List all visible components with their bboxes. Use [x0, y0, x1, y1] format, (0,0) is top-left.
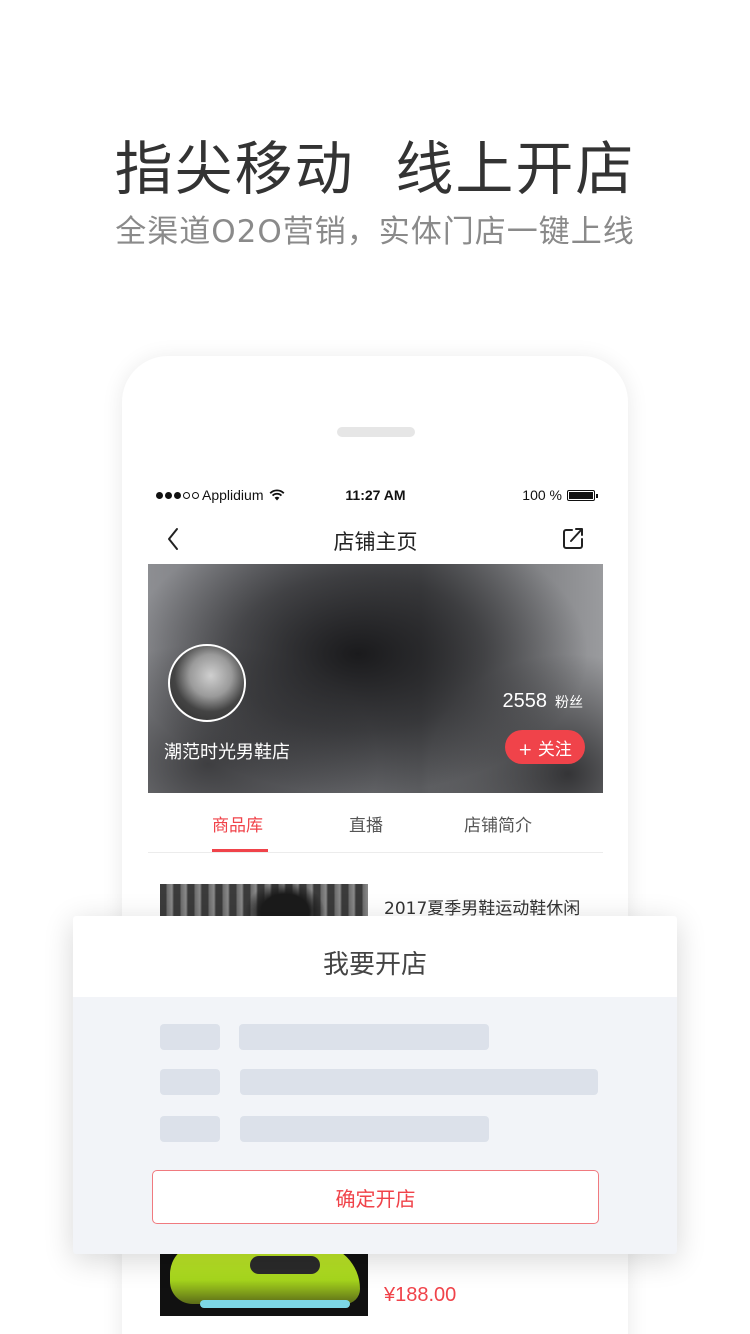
fans-label: 粉丝 [555, 695, 583, 711]
store-banner: 潮范时光男鞋店 2558 粉丝 + 关注 [148, 564, 603, 793]
form-field-placeholder[interactable] [240, 1116, 489, 1142]
store-tabs: 商品库 直播 店铺简介 [148, 793, 603, 853]
battery-icon [567, 489, 598, 501]
tab-products[interactable]: 商品库 [212, 811, 263, 836]
confirm-open-store-button[interactable]: 确定开店 [152, 1170, 599, 1224]
share-icon[interactable] [561, 524, 587, 552]
store-avatar[interactable] [168, 644, 246, 722]
follow-button[interactable]: + 关注 [505, 730, 585, 764]
promo-headline: 指尖移动 线上开店 [114, 135, 636, 203]
promo-subline: 全渠道O2O营销，实体门店一键上线 [115, 214, 635, 250]
dialog-title: 我要开店 [322, 950, 427, 980]
phone-speaker [337, 427, 415, 437]
dialog-header: 我要开店 [73, 916, 677, 997]
battery-percent: 100 % [522, 487, 562, 503]
status-bar: Applidium 11:27 AM 100 % [148, 474, 603, 514]
form-field-placeholder[interactable] [240, 1069, 598, 1095]
open-store-dialog: 我要开店 确定开店 [73, 916, 677, 1254]
form-label-placeholder [160, 1069, 220, 1095]
form-label-placeholder [160, 1024, 220, 1050]
page-title: 店铺主页 [333, 530, 418, 554]
form-field-placeholder[interactable] [239, 1024, 489, 1050]
product-price: ¥188.00 [384, 1284, 457, 1306]
active-tab-indicator [212, 849, 268, 852]
nav-bar: 店铺主页 [148, 516, 603, 564]
fans-count: 2558 [502, 690, 548, 712]
app-store-promo-page: 指尖移动 线上开店 全渠道O2O营销，实体门店一键上线 Applidium 11… [0, 0, 750, 1334]
tab-store-intro[interactable]: 店铺简介 [464, 811, 532, 836]
fans-count-block: 2558 粉丝 [503, 690, 584, 713]
store-name: 潮范时光男鞋店 [164, 742, 290, 763]
tab-live[interactable]: 直播 [349, 811, 383, 836]
status-right: 100 % [522, 487, 598, 503]
form-label-placeholder [160, 1116, 220, 1142]
